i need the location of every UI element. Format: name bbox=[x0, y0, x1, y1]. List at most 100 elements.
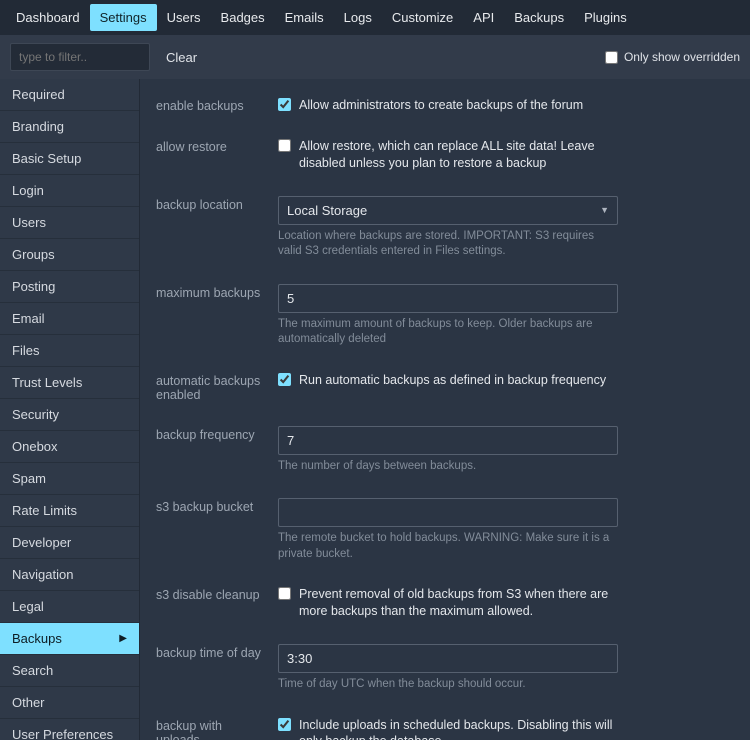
sidebar-item-basic-setup[interactable]: Basic Setup bbox=[0, 143, 139, 175]
setting-s3-disable-cleanup: s3 disable cleanup Prevent removal of ol… bbox=[156, 578, 734, 636]
setting-label: s3 disable cleanup bbox=[156, 586, 266, 602]
sidebar-item-label: Branding bbox=[12, 119, 64, 134]
setting-backup-with-uploads: backup with uploads Include uploads in s… bbox=[156, 709, 734, 740]
sidebar-item-label: Trust Levels bbox=[12, 375, 82, 390]
setting-allow-restore: allow restore Allow restore, which can r… bbox=[156, 130, 734, 188]
nav-backups[interactable]: Backups bbox=[504, 4, 574, 31]
sidebar-item-label: Login bbox=[12, 183, 44, 198]
setting-help: The remote bucket to hold backups. WARNI… bbox=[278, 531, 618, 562]
nav-users[interactable]: Users bbox=[157, 4, 211, 31]
caret-right-icon: ▶ bbox=[119, 633, 127, 644]
backup-frequency-input[interactable] bbox=[278, 426, 618, 455]
enable-backups-control[interactable]: Allow administrators to create backups o… bbox=[278, 97, 618, 114]
sidebar-item-label: Rate Limits bbox=[12, 503, 77, 518]
sidebar-item-label: Navigation bbox=[12, 567, 73, 582]
sidebar-item-groups[interactable]: Groups bbox=[0, 239, 139, 271]
nav-dashboard[interactable]: Dashboard bbox=[6, 4, 90, 31]
filter-bar: Clear Only show overridden bbox=[0, 35, 750, 79]
sidebar-item-label: Files bbox=[12, 343, 39, 358]
setting-text: Prevent removal of old backups from S3 w… bbox=[299, 586, 618, 620]
backup-with-uploads-checkbox[interactable] bbox=[278, 718, 291, 731]
allow-restore-checkbox[interactable] bbox=[278, 139, 291, 152]
sidebar-item-branding[interactable]: Branding bbox=[0, 111, 139, 143]
nav-logs[interactable]: Logs bbox=[334, 4, 382, 31]
sidebar-item-users[interactable]: Users bbox=[0, 207, 139, 239]
setting-backup-location: backup location Local Storage ▼ Location… bbox=[156, 188, 734, 276]
sidebar-item-login[interactable]: Login bbox=[0, 175, 139, 207]
settings-sidebar: Required Branding Basic Setup Login User… bbox=[0, 79, 140, 740]
filter-input[interactable] bbox=[10, 43, 150, 71]
setting-label: backup time of day bbox=[156, 644, 266, 660]
s3-disable-cleanup-control[interactable]: Prevent removal of old backups from S3 w… bbox=[278, 586, 618, 620]
sidebar-item-other[interactable]: Other bbox=[0, 687, 139, 719]
sidebar-item-email[interactable]: Email bbox=[0, 303, 139, 335]
setting-label: automatic backups enabled bbox=[156, 372, 266, 402]
top-nav: Dashboard Settings Users Badges Emails L… bbox=[0, 0, 750, 35]
maximum-backups-input[interactable] bbox=[278, 284, 618, 313]
clear-button[interactable]: Clear bbox=[166, 50, 197, 65]
only-overridden-toggle[interactable]: Only show overridden bbox=[605, 50, 740, 64]
s3-disable-cleanup-checkbox[interactable] bbox=[278, 587, 291, 600]
setting-label: maximum backups bbox=[156, 284, 266, 300]
sidebar-item-backups[interactable]: Backups ▶ bbox=[0, 623, 139, 655]
sidebar-item-label: Onebox bbox=[12, 439, 58, 454]
enable-backups-checkbox[interactable] bbox=[278, 98, 291, 111]
setting-text: Allow administrators to create backups o… bbox=[299, 97, 583, 114]
chevron-down-icon: ▼ bbox=[600, 205, 609, 215]
setting-help: Location where backups are stored. IMPOR… bbox=[278, 229, 618, 260]
settings-content: enable backups Allow administrators to c… bbox=[140, 79, 750, 740]
sidebar-item-label: Users bbox=[12, 215, 46, 230]
sidebar-item-search[interactable]: Search bbox=[0, 655, 139, 687]
setting-label: backup frequency bbox=[156, 426, 266, 442]
sidebar-item-label: Groups bbox=[12, 247, 55, 262]
only-overridden-checkbox[interactable] bbox=[605, 51, 618, 64]
setting-enable-backups: enable backups Allow administrators to c… bbox=[156, 89, 734, 130]
nav-api[interactable]: API bbox=[463, 4, 504, 31]
setting-text: Run automatic backups as defined in back… bbox=[299, 372, 606, 389]
setting-text: Allow restore, which can replace ALL sit… bbox=[299, 138, 618, 172]
sidebar-item-files[interactable]: Files bbox=[0, 335, 139, 367]
sidebar-item-security[interactable]: Security bbox=[0, 399, 139, 431]
setting-text: Include uploads in scheduled backups. Di… bbox=[299, 717, 618, 740]
sidebar-item-onebox[interactable]: Onebox bbox=[0, 431, 139, 463]
sidebar-item-trust-levels[interactable]: Trust Levels bbox=[0, 367, 139, 399]
backup-with-uploads-control[interactable]: Include uploads in scheduled backups. Di… bbox=[278, 717, 618, 740]
sidebar-item-navigation[interactable]: Navigation bbox=[0, 559, 139, 591]
nav-badges[interactable]: Badges bbox=[211, 4, 275, 31]
setting-label: allow restore bbox=[156, 138, 266, 154]
sidebar-item-label: Basic Setup bbox=[12, 151, 81, 166]
sidebar-item-label: Posting bbox=[12, 279, 55, 294]
allow-restore-control[interactable]: Allow restore, which can replace ALL sit… bbox=[278, 138, 618, 172]
sidebar-item-required[interactable]: Required bbox=[0, 79, 139, 111]
setting-s3-backup-bucket: s3 backup bucket The remote bucket to ho… bbox=[156, 490, 734, 578]
only-overridden-label: Only show overridden bbox=[624, 50, 740, 64]
sidebar-item-label: User Preferences bbox=[12, 727, 113, 740]
sidebar-item-rate-limits[interactable]: Rate Limits bbox=[0, 495, 139, 527]
setting-label: backup location bbox=[156, 196, 266, 212]
sidebar-item-posting[interactable]: Posting bbox=[0, 271, 139, 303]
sidebar-item-spam[interactable]: Spam bbox=[0, 463, 139, 495]
sidebar-item-developer[interactable]: Developer bbox=[0, 527, 139, 559]
sidebar-item-label: Developer bbox=[12, 535, 71, 550]
sidebar-item-label: Required bbox=[12, 87, 65, 102]
setting-help: The maximum amount of backups to keep. O… bbox=[278, 317, 618, 348]
nav-settings[interactable]: Settings bbox=[90, 4, 157, 31]
sidebar-item-label: Other bbox=[12, 695, 45, 710]
nav-emails[interactable]: Emails bbox=[275, 4, 334, 31]
sidebar-item-label: Legal bbox=[12, 599, 44, 614]
setting-backup-frequency: backup frequency The number of days betw… bbox=[156, 418, 734, 491]
setting-help: The number of days between backups. bbox=[278, 459, 618, 475]
backup-location-select[interactable]: Local Storage ▼ bbox=[278, 196, 618, 225]
setting-backup-time-of-day: backup time of day Time of day UTC when … bbox=[156, 636, 734, 709]
automatic-backups-checkbox[interactable] bbox=[278, 373, 291, 386]
backup-time-of-day-input[interactable] bbox=[278, 644, 618, 673]
nav-plugins[interactable]: Plugins bbox=[574, 4, 637, 31]
sidebar-item-legal[interactable]: Legal bbox=[0, 591, 139, 623]
automatic-backups-control[interactable]: Run automatic backups as defined in back… bbox=[278, 372, 618, 389]
setting-label: s3 backup bucket bbox=[156, 498, 266, 514]
sidebar-item-user-preferences[interactable]: User Preferences bbox=[0, 719, 139, 740]
s3-backup-bucket-input[interactable] bbox=[278, 498, 618, 527]
nav-customize[interactable]: Customize bbox=[382, 4, 463, 31]
sidebar-item-label: Spam bbox=[12, 471, 46, 486]
sidebar-item-label: Search bbox=[12, 663, 53, 678]
